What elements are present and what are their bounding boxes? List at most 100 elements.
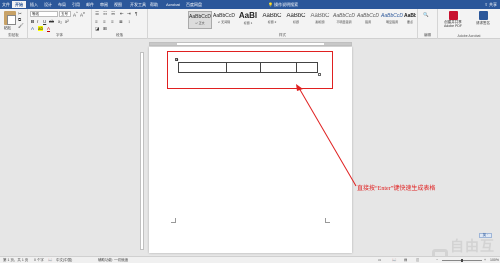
increase-indent-icon[interactable]: ⇥ [127,11,131,17]
annotation-text: 直接按“Enter”键快速生成表格 [357,186,436,192]
style-name: 明显强调 [385,20,398,24]
decrease-indent-icon[interactable]: ⇤ [120,11,124,17]
request-signature-button[interactable]: 请求签名 [470,11,496,26]
tab-review[interactable]: 审阅 [100,1,108,8]
align-left-icon[interactable]: ≡ [95,19,98,24]
create-share-pdf-button[interactable]: 创建并共享 Adobe PDF [440,11,466,28]
borders-icon[interactable]: ⊞ [103,26,107,32]
read-mode-icon[interactable]: 📖 [392,258,396,262]
style-sample: AaBbC [310,13,330,19]
tab-baidu-netdisk[interactable]: 百度网盘 [186,1,202,8]
paste-button[interactable] [4,11,16,25]
style-sample: AaBbC [262,13,282,19]
grow-font-icon[interactable]: A^ [73,11,78,18]
font-label: 字体 [56,33,63,37]
style-sample: AaBbCcD [381,13,403,19]
tab-acrobat[interactable]: Acrobat [166,1,180,8]
tab-insert[interactable]: 插入 [30,1,38,8]
style-no-spacing[interactable]: AaBbCcD ↵ 无间隔 [212,11,236,29]
style-subtitle[interactable]: AaBbC 副标题 [308,11,332,29]
multilevel-list-icon[interactable]: ☵ [111,11,115,17]
vertical-ruler[interactable] [140,52,144,250]
style-title[interactable]: AaBbC 标题 [284,11,308,29]
shrink-font-icon[interactable]: Av [80,11,85,18]
font-color-icon[interactable]: A [47,26,50,31]
align-right-icon[interactable]: ≡ [111,19,114,24]
language-status[interactable]: 中文(中国) [56,258,72,263]
italic-icon[interactable]: I [37,19,38,24]
tab-design[interactable]: 设计 [44,1,52,8]
style-subtle-emphasis[interactable]: AaBbCcD 不明显强调 [332,11,356,29]
style-name: 不明显强调 [336,20,352,24]
copy-icon[interactable]: ⧉ [18,17,21,22]
align-center-icon[interactable]: ≡ [103,19,106,24]
tab-mailings[interactable]: 邮件 [86,1,94,8]
ribbon-tab-bar: 文件 开始 插入 设计 布局 引用 邮件 审阅 视图 开发工具 帮助 Acrob… [0,0,500,9]
request-signature-label: 请求签名 [476,21,490,25]
subscript-icon[interactable]: x₂ [58,19,62,24]
zoom-out-button[interactable]: − [436,258,438,262]
style-strong[interactable]: AaBbCcD 要点 [404,11,416,29]
style-name: ↵ 无间隔 [217,20,231,24]
line-spacing-icon[interactable]: ↕ [128,19,130,24]
tab-references[interactable]: 引用 [72,1,80,8]
tab-help[interactable]: 帮助 [150,1,158,8]
focus-mode-icon[interactable]: ▭ [378,258,381,262]
zoom-slider[interactable] [442,259,482,262]
paragraph-label: 段落 [116,33,123,37]
paragraph-group: ☰ ☷ ☵ ⇤ ⇥ ¶ ≡ ≡ ≡ ≣ ↕ ◪ ⊞ 段落 [92,9,148,39]
tab-developer[interactable]: 开发工具 [130,1,146,8]
style-normal[interactable]: AaBbCcD ↵ 正文 [188,11,212,29]
tab-home[interactable]: 开始 [12,1,26,8]
style-name: ↵ 正文 [195,21,205,25]
proofing-icon[interactable]: 📖 [48,258,52,262]
highlight-icon[interactable]: ab [38,26,44,31]
share-button[interactable]: ⇪ 共享 [485,1,497,8]
bold-icon[interactable]: B [31,19,34,24]
superscript-icon[interactable]: x² [65,19,69,24]
style-heading-2[interactable]: AaBbC 标题 2 [260,11,284,29]
zoom-thumb[interactable] [461,259,463,262]
editing-group: 🔍 编辑 [418,9,438,39]
shading-icon[interactable]: ◪ [95,26,99,32]
show-marks-icon[interactable]: ¶ [135,11,137,16]
strikethrough-icon[interactable]: ab [49,19,54,24]
style-sample: AaBbC [286,13,306,19]
horizontal-ruler[interactable] [149,42,352,46]
find-icon[interactable]: 🔍 [423,12,429,18]
style-name: 标题 2 [267,20,277,24]
format-painter-icon[interactable]: 🖌 [18,23,24,29]
page-count[interactable]: 第 1 页，共 1 页 [3,258,28,263]
tab-file[interactable]: 文件 [2,1,10,8]
bullets-icon[interactable]: ☰ [95,11,99,17]
print-layout-icon[interactable]: ▤ [404,258,407,262]
font-name-select[interactable]: 等线 [30,11,58,17]
styles-label: 样式 [279,33,286,37]
style-sample: AaBbCcD [189,14,211,20]
font-size-select[interactable]: 五号 [59,11,71,17]
justify-icon[interactable]: ≣ [119,19,123,25]
create-share-pdf-label: 创建并共享 Adobe PDF [443,20,463,28]
styles-group: AaBbCcD ↵ 正文 AaBbCcD ↵ 无间隔 AaBl 标题 1 AaB… [148,9,418,39]
tab-layout[interactable]: 布局 [58,1,66,8]
numbering-icon[interactable]: ☷ [103,11,107,17]
zoom-in-button[interactable]: + [484,258,486,262]
style-intense-emphasis[interactable]: AaBbCcD 明显强调 [380,11,404,29]
style-name: 强调 [364,20,371,24]
web-layout-icon[interactable]: ◫ [416,258,419,262]
style-heading-1[interactable]: AaBl 标题 1 [236,11,260,29]
acrobat-group: 创建并共享 Adobe PDF 请求签名 Adobe Acrobat [438,9,500,39]
zoom-level[interactable]: 100% [490,258,499,262]
style-name: 副标题 [315,20,325,24]
text-effects-icon[interactable]: A [31,26,34,31]
style-emphasis[interactable]: AaBbCcD 强调 [356,11,380,29]
word-count[interactable]: 0 个字 [34,258,44,263]
underline-icon[interactable]: U [43,19,46,24]
tab-view[interactable]: 视图 [114,1,122,8]
margin-corner-mark [325,218,330,223]
accessibility-status[interactable]: 辅助功能: 一切就绪 [98,258,128,263]
clipboard-group: 粘贴 ✂ ⧉ 🖌 剪贴板 [0,9,28,39]
tell-me-search[interactable]: 💡 操作说明搜索 [268,1,298,8]
paste-label: 粘贴 [4,26,11,30]
status-bar: 第 1 页，共 1 页 0 个字 📖 中文(中国) 辅助功能: 一切就绪 ▭ 📖… [0,256,500,263]
